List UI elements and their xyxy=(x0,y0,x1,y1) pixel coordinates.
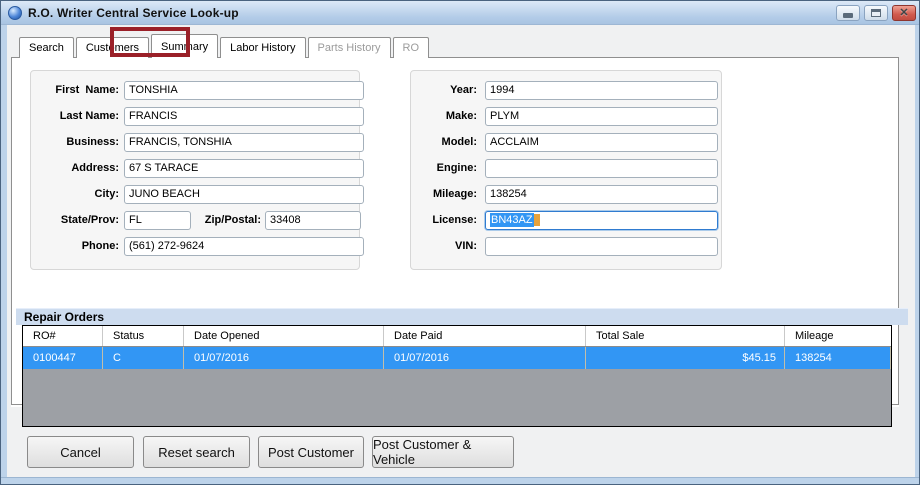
cell-date-paid: 01/07/2016 xyxy=(384,347,586,369)
phone-input[interactable]: (561) 272-9624 xyxy=(124,237,364,256)
license-label: License: xyxy=(432,214,477,226)
tab-labor-history[interactable]: Labor History xyxy=(220,37,306,58)
app-icon xyxy=(8,5,22,20)
address-input[interactable]: 67 S TARACE xyxy=(124,159,364,178)
window-title: R.O. Writer Central Service Look-up xyxy=(28,5,239,20)
vin-label: VIN: xyxy=(455,240,477,252)
text-cursor xyxy=(533,214,540,226)
model-label: Model: xyxy=(441,136,477,148)
tab-summary[interactable]: Summary xyxy=(151,34,219,58)
minimize-icon xyxy=(843,13,853,18)
cell-status: C xyxy=(103,347,184,369)
address-label: Address: xyxy=(71,162,119,174)
last-name-label: Last Name: xyxy=(59,110,119,122)
window-frame-bottom xyxy=(1,477,919,484)
phone-label: Phone: xyxy=(81,240,119,252)
tab-parts-history: Parts History xyxy=(307,37,391,58)
table-header-row: RO# Status Date Opened Date Paid Total S… xyxy=(23,326,891,347)
first-name-label: First Name: xyxy=(55,84,119,96)
cell-date-opened: 01/07/2016 xyxy=(184,347,384,369)
mileage-label: Mileage: xyxy=(432,188,477,200)
state-input[interactable]: FL xyxy=(124,211,191,230)
year-label: Year: xyxy=(450,84,477,96)
model-input[interactable]: ACCLAIM xyxy=(485,133,718,152)
license-input[interactable]: BN43AZ xyxy=(485,211,718,230)
cancel-button[interactable]: Cancel xyxy=(27,436,134,468)
last-name-input[interactable]: FRANCIS xyxy=(124,107,364,126)
city-label: City: xyxy=(94,188,119,200)
table-row-selected[interactable]: 0100447 C 01/07/2016 01/07/2016 $45.15 1… xyxy=(23,347,891,369)
tab-search[interactable]: Search xyxy=(19,37,74,58)
city-input[interactable]: JUNO BEACH xyxy=(124,185,364,204)
app-window: R.O. Writer Central Service Look-up ✕ Se… xyxy=(0,0,920,485)
close-icon: ✕ xyxy=(899,6,909,19)
tab-customers[interactable]: Customers xyxy=(75,37,150,58)
customer-group: First Name: TONSHIA Last Name: FRANCIS B… xyxy=(30,70,364,270)
state-label: State/Prov: xyxy=(60,214,119,226)
post-customer-vehicle-button[interactable]: Post Customer & Vehicle xyxy=(372,436,514,468)
repair-orders-table: RO# Status Date Opened Date Paid Total S… xyxy=(22,325,892,427)
column-header-date-opened[interactable]: Date Opened xyxy=(184,326,384,346)
zip-input[interactable]: 33408 xyxy=(265,211,361,230)
year-input[interactable]: 1994 xyxy=(485,81,718,100)
cell-total-sale: $45.15 xyxy=(586,347,785,369)
column-header-ro[interactable]: RO# xyxy=(23,326,103,346)
column-header-status[interactable]: Status xyxy=(103,326,184,346)
engine-label: Engine: xyxy=(436,162,477,174)
cell-mileage: 138254 xyxy=(785,347,891,369)
mileage-input[interactable]: 138254 xyxy=(485,185,718,204)
title-bar[interactable]: R.O. Writer Central Service Look-up ✕ xyxy=(1,1,919,25)
column-header-total-sale[interactable]: Total Sale xyxy=(586,326,785,346)
first-name-input[interactable]: TONSHIA xyxy=(124,81,364,100)
engine-input[interactable] xyxy=(485,159,718,178)
make-input[interactable]: PLYM xyxy=(485,107,718,126)
reset-search-button[interactable]: Reset search xyxy=(143,436,250,468)
business-label: Business: xyxy=(66,136,119,148)
make-label: Make: xyxy=(445,110,477,122)
client-area: Search Customers Summary Labor History P… xyxy=(7,25,915,479)
post-customer-button[interactable]: Post Customer xyxy=(258,436,364,468)
column-header-date-paid[interactable]: Date Paid xyxy=(384,326,586,346)
cell-ro-number: 0100447 xyxy=(23,347,103,369)
repair-orders-section-header: Repair Orders xyxy=(16,308,908,325)
selected-text: BN43AZ xyxy=(490,213,534,227)
vehicle-group: Year: 1994 Make: PLYM Model: ACCLAIM Eng… xyxy=(410,70,722,270)
minimize-button[interactable] xyxy=(836,5,860,21)
tab-bar: Search Customers Summary Labor History P… xyxy=(19,34,431,58)
tab-ro: RO xyxy=(392,37,429,58)
zip-label: Zip/Postal: xyxy=(204,214,261,226)
column-header-mileage[interactable]: Mileage xyxy=(785,326,891,346)
vin-input[interactable] xyxy=(485,237,718,256)
maximize-button[interactable] xyxy=(864,5,888,21)
close-button[interactable]: ✕ xyxy=(892,5,916,21)
business-input[interactable]: FRANCIS, TONSHIA xyxy=(124,133,364,152)
tab-page-summary: First Name: TONSHIA Last Name: FRANCIS B… xyxy=(11,57,908,427)
maximize-icon xyxy=(871,9,881,17)
